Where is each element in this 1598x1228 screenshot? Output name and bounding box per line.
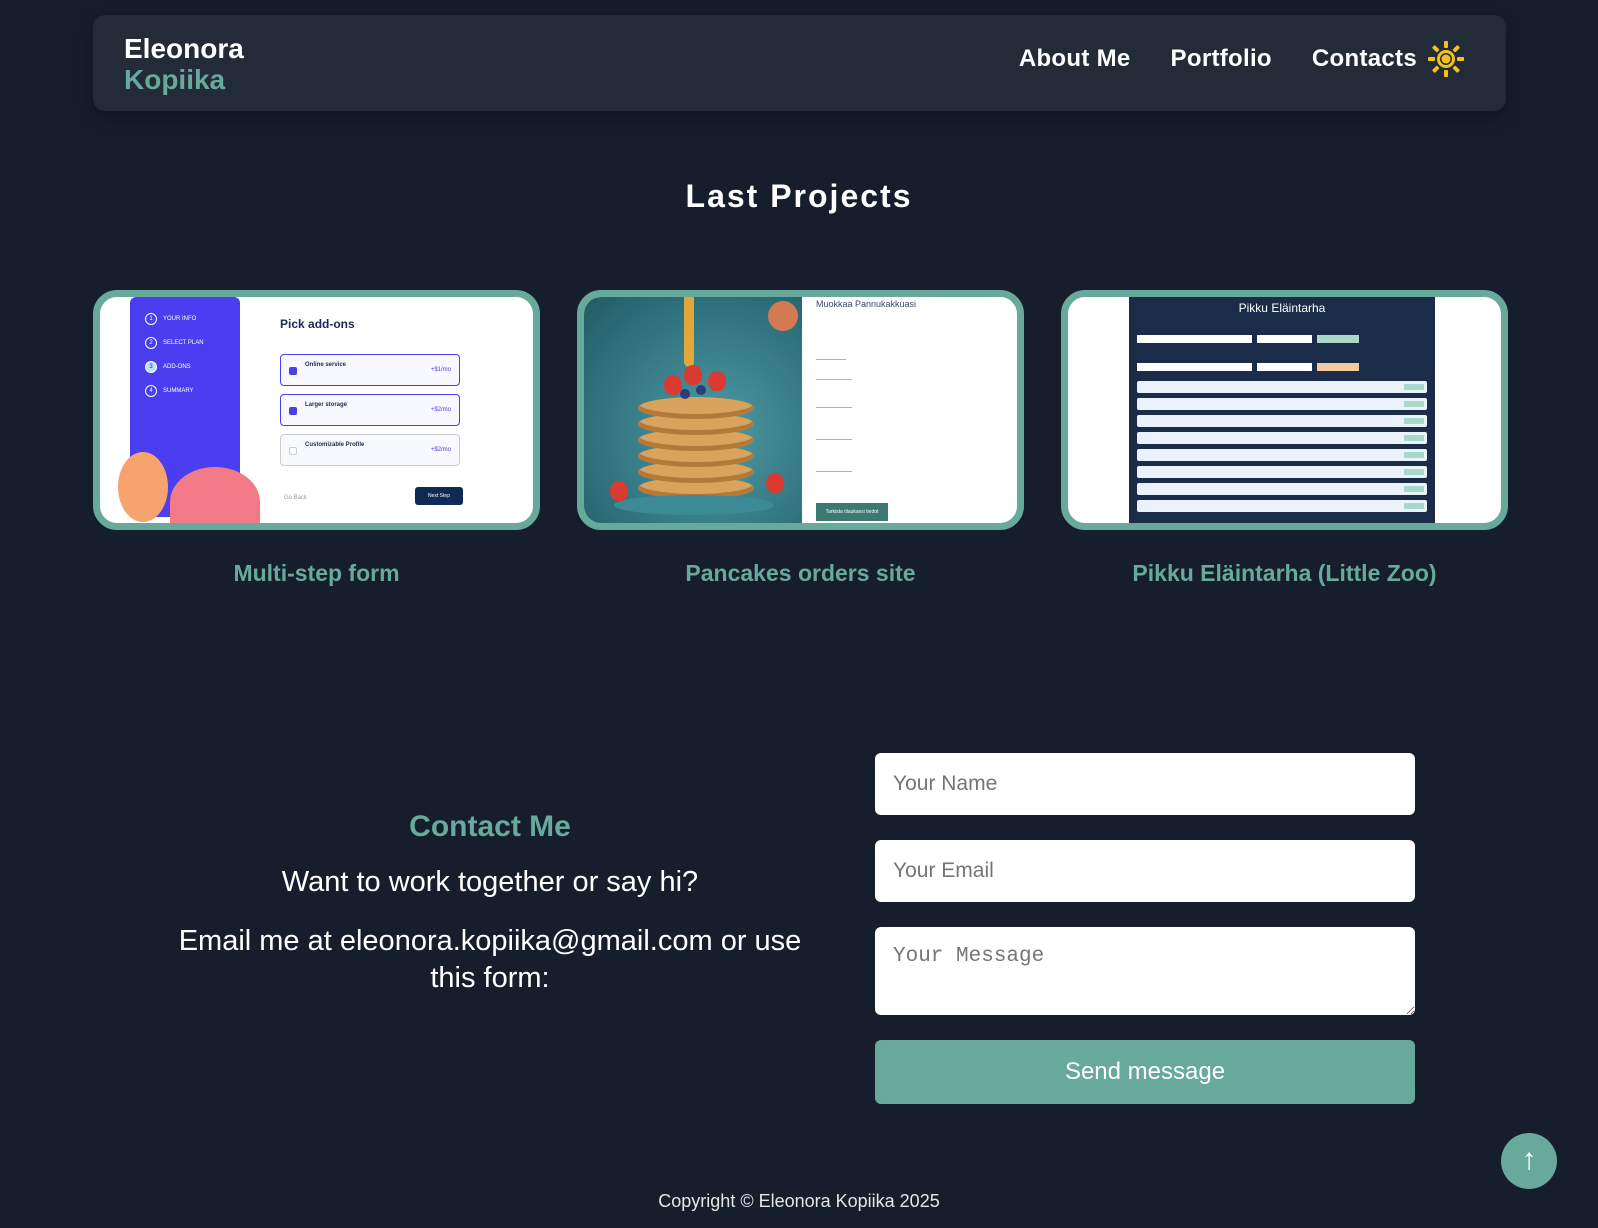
- project-thumbnail[interactable]: Pikku Eläintarha: [1061, 290, 1508, 530]
- nav-contacts[interactable]: Contacts: [1312, 45, 1417, 73]
- main-nav: About Me Portfolio Contacts: [1019, 45, 1417, 73]
- logo-last-name: Kopiika: [124, 64, 226, 95]
- nav-about-me[interactable]: About Me: [1019, 45, 1131, 73]
- projects-title: Last Projects: [685, 178, 913, 214]
- name-input[interactable]: [875, 753, 1415, 815]
- project-thumbnail[interactable]: Muokkaa Pannukakkuasi ————— —————— —————…: [577, 290, 1024, 530]
- sun-icon[interactable]: [1428, 41, 1464, 77]
- site-header: Eleonora Kopiika About Me Portfolio Cont…: [93, 15, 1506, 111]
- scroll-to-top-button[interactable]: ↑: [1501, 1133, 1557, 1189]
- project-caption[interactable]: Multi-step form: [93, 560, 540, 587]
- email-input[interactable]: [875, 840, 1415, 902]
- project-card-little-zoo[interactable]: Pikku Eläintarha Pikku Eläintarha (Littl…: [1061, 290, 1508, 587]
- project-thumbnail[interactable]: 1 YOUR INFO 2 SELECT PLAN 3 ADD-ONS 4 SUMMAR…: [93, 290, 540, 530]
- project-caption[interactable]: Pikku Eläintarha (Little Zoo): [1061, 560, 1508, 587]
- contact-title: Contact Me: [409, 810, 571, 843]
- logo-first-name: Eleonora: [124, 33, 244, 64]
- contact-intro: Contact Me Want to work together or say …: [170, 810, 810, 997]
- pancakes-photo: [584, 297, 802, 523]
- steps-sidebar: 1 YOUR INFO 2 SELECT PLAN 3 ADD-ONS 4 SUMMAR…: [118, 297, 260, 523]
- send-message-button[interactable]: Send message: [875, 1040, 1415, 1104]
- project-caption[interactable]: Pancakes orders site: [577, 560, 1024, 587]
- message-textarea[interactable]: [875, 927, 1415, 1015]
- arrow-up-icon: ↑: [1521, 1143, 1537, 1176]
- logo[interactable]: Eleonora Kopiika: [124, 33, 244, 95]
- nav-portfolio[interactable]: Portfolio: [1171, 45, 1272, 73]
- contact-email-text: Email me at eleonora.kopiika@gmail.com o…: [178, 925, 802, 994]
- project-card-pancakes[interactable]: Muokkaa Pannukakkuasi ————— —————— —————…: [577, 290, 1024, 587]
- project-card-multi-step-form[interactable]: 1 YOUR INFO 2 SELECT PLAN 3 ADD-ONS 4 SUMMAR…: [93, 290, 540, 587]
- footer-copyright: Copyright © Eleonora Kopiika 2025: [658, 1191, 940, 1211]
- contact-question: Want to work together or say hi?: [281, 866, 699, 898]
